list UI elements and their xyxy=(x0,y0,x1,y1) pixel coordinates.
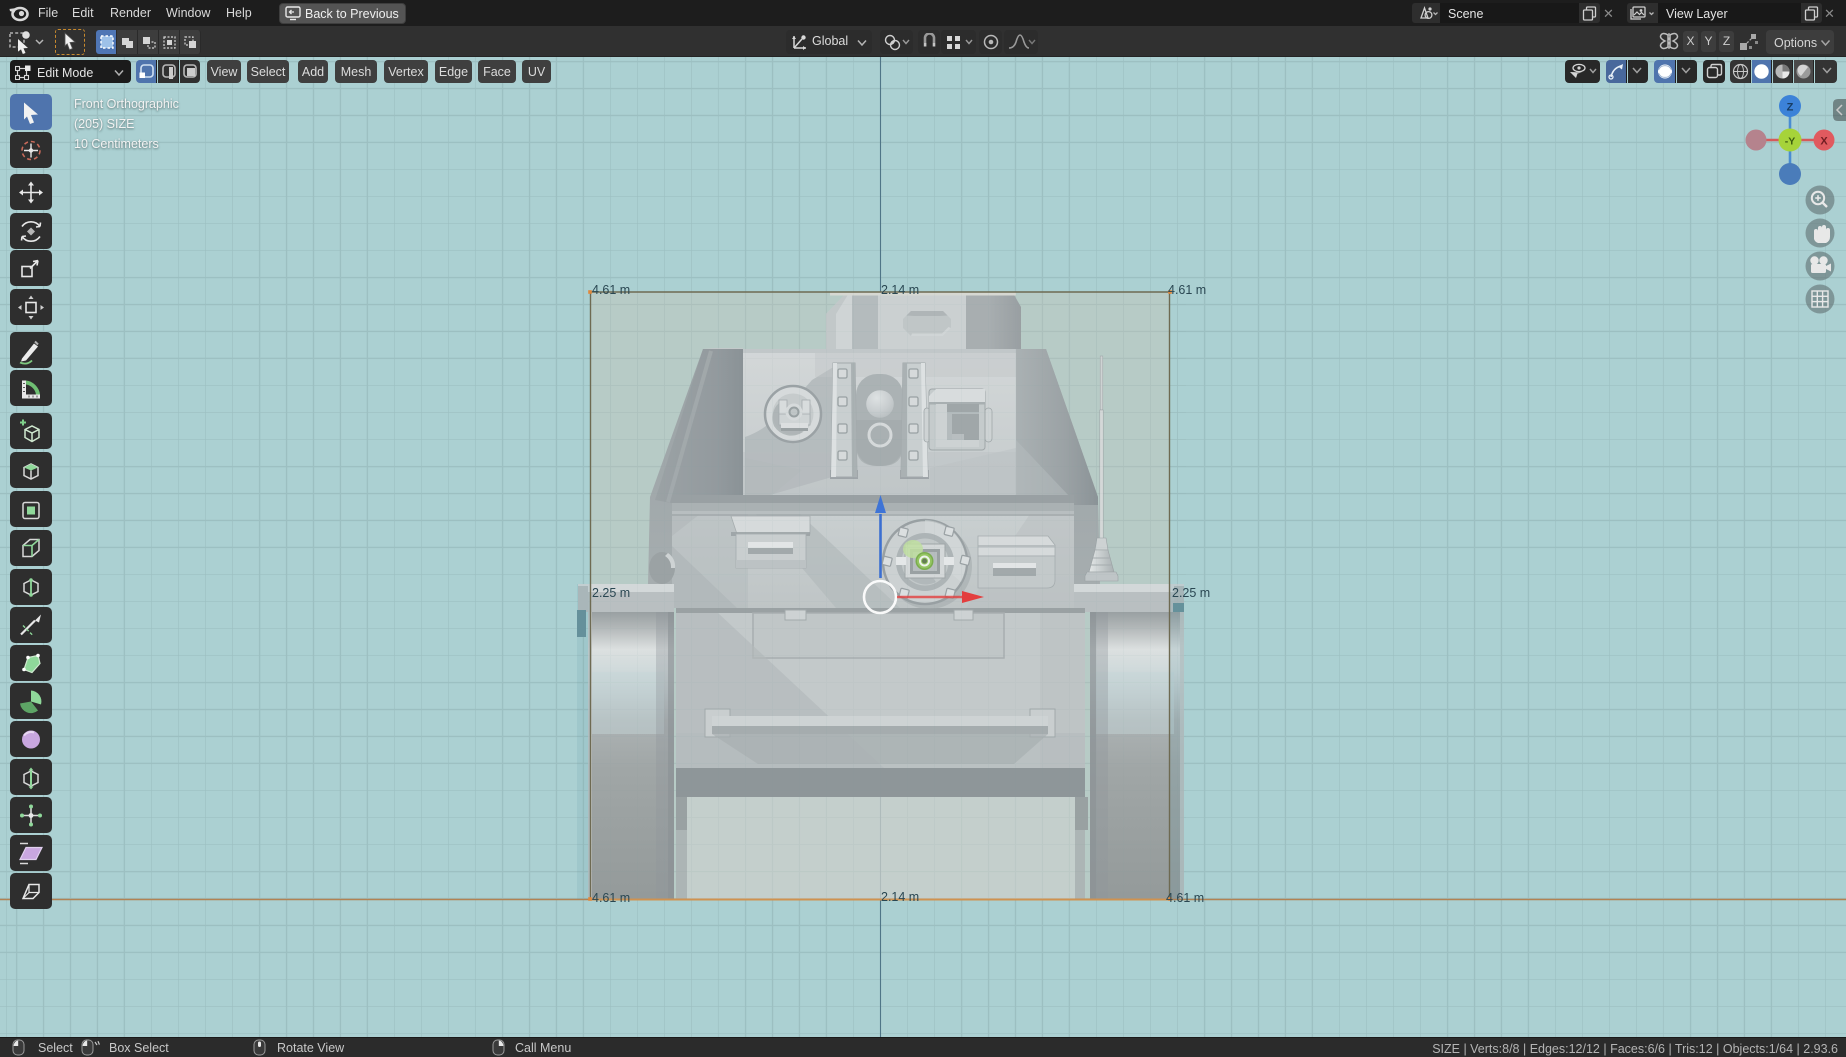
svg-text:4.61 m: 4.61 m xyxy=(1168,283,1206,297)
svg-text:2.25 m: 2.25 m xyxy=(592,586,630,600)
svg-text:Z: Z xyxy=(1787,102,1794,114)
svg-text:4.61 m: 4.61 m xyxy=(592,891,630,905)
svg-text:X: X xyxy=(1820,136,1828,148)
svg-text:2.25 m: 2.25 m xyxy=(1172,586,1210,600)
svg-text:-Y: -Y xyxy=(1785,136,1796,148)
svg-text:2.14 m: 2.14 m xyxy=(881,890,919,904)
svg-text:4.61 m: 4.61 m xyxy=(592,283,630,297)
svg-text:2.14 m: 2.14 m xyxy=(881,283,919,297)
svg-text:4.61 m: 4.61 m xyxy=(1166,891,1204,905)
